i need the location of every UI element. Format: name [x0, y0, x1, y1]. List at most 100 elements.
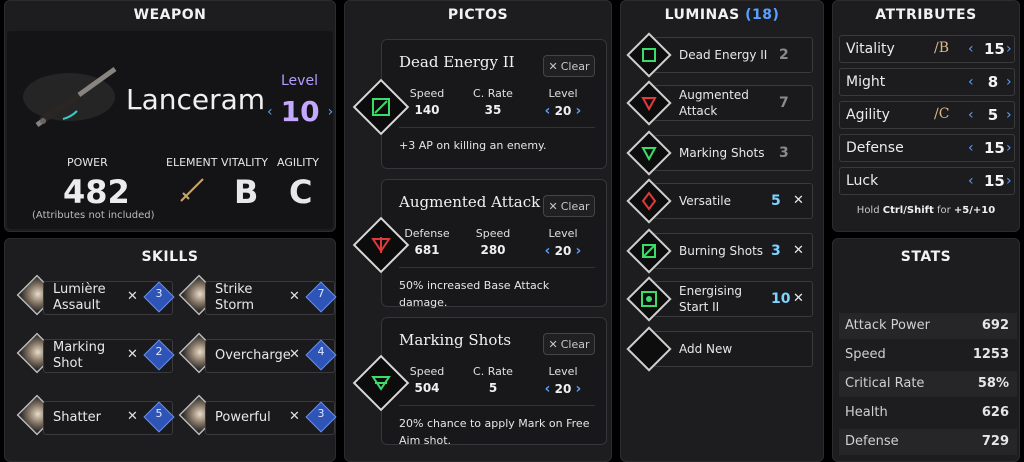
power-value: 482 [63, 173, 130, 211]
attribute-value: 5 [987, 106, 999, 124]
clear-button[interactable]: ✕ Clear [543, 55, 595, 77]
agility-label: AGILITY [277, 156, 319, 169]
remove-lumina-icon[interactable]: ✕ [793, 243, 804, 258]
skill-cost: 4 [317, 345, 325, 358]
picto-level-stepper: ‹ 20 › [544, 381, 582, 397]
power-note: (Attributes not included) [32, 210, 155, 221]
lumina-item[interactable]: Versatile 5 ✕ [626, 178, 813, 224]
level-decrease-icon[interactable]: ‹ [545, 243, 551, 259]
stat-name: Health [845, 405, 888, 420]
attribute-row-agility: Agility ∕C ‹ 5 › [839, 101, 1015, 129]
modifier-hint: Hold Ctrl/Shift for +5/+10 [856, 205, 996, 216]
remove-lumina-icon[interactable]: ✕ [793, 193, 804, 208]
lumina-cost: 3 [779, 145, 789, 161]
picto-stat2-value: 280 [480, 243, 506, 257]
lumina-item[interactable]: Burning Shots 3 ✕ [626, 228, 813, 274]
skill-cost: 3 [155, 287, 163, 300]
skill-name: Shatter [53, 410, 101, 425]
decrease-icon[interactable]: ‹ [968, 74, 974, 90]
lumina-name: Versatile [679, 194, 731, 208]
attribute-name: Might [846, 74, 886, 90]
level-decrease-icon[interactable]: ‹ [545, 381, 551, 397]
agility-grade: C [289, 173, 313, 211]
level-increase-icon[interactable]: › [576, 103, 582, 119]
increase-icon[interactable]: › [1006, 74, 1012, 90]
level-increase-icon[interactable]: › [576, 243, 582, 259]
level-increase-icon[interactable]: › [328, 104, 334, 120]
increase-icon[interactable]: › [1006, 107, 1012, 123]
stat-row: Critical Rate 58% [839, 371, 1017, 397]
skill-cost: 5 [155, 407, 163, 420]
remove-skill-icon[interactable]: ✕ [127, 409, 138, 424]
stat-value: 692 [981, 318, 1009, 333]
lumina-name: Energising Start II [679, 284, 743, 314]
level-value: 10 [280, 95, 320, 128]
add-lumina-button[interactable]: Add New [626, 326, 813, 372]
lumina-cost: 10 [771, 291, 791, 307]
vitality-label: VITALITY [221, 156, 268, 169]
power-label: POWER [67, 156, 108, 169]
picto-level-label: Level [548, 227, 578, 240]
level-increase-icon[interactable]: › [576, 381, 582, 397]
stat-value: 626 [981, 405, 1009, 420]
remove-skill-icon[interactable]: ✕ [127, 289, 138, 304]
skill-name: Powerful [215, 410, 271, 425]
stat-row: Defense 729 [839, 429, 1017, 455]
skills-panel: SKILLS Lumière Assault ✕ 3 Strike Storm … [4, 238, 337, 462]
decrease-icon[interactable]: ‹ [968, 140, 974, 156]
stat-value: 729 [981, 434, 1009, 449]
lumina-item[interactable]: Marking Shots 3 [626, 130, 813, 176]
attribute-name: Defense [846, 140, 904, 156]
remove-skill-icon[interactable]: ✕ [289, 347, 300, 362]
increase-icon[interactable]: › [1006, 173, 1012, 189]
stat-name: Speed [845, 347, 886, 362]
lumina-name: Dead Energy II [679, 48, 768, 62]
attribute-row-luck: Luck ‹ 15 › [839, 167, 1015, 195]
remove-lumina-icon[interactable]: ✕ [793, 291, 804, 306]
vitality-grade: B [234, 173, 259, 211]
lumina-item[interactable]: Dead Energy II 2 [626, 32, 813, 78]
attribute-name: Agility [846, 107, 890, 123]
stat-value: 1253 [972, 347, 1009, 362]
picto-name: Dead Energy II [399, 53, 515, 71]
picto-stat2-value: 5 [488, 381, 498, 395]
stat-row: Health 626 [839, 400, 1017, 426]
stats-title: STATS [900, 249, 952, 265]
skill-cost: 7 [317, 287, 325, 300]
level-decrease-icon[interactable]: ‹ [545, 103, 551, 119]
clear-button[interactable]: ✕ Clear [543, 195, 595, 217]
increase-icon[interactable]: › [1006, 140, 1012, 156]
sword-element-icon [180, 178, 204, 202]
lumina-item[interactable]: Augmented Attack 7 [626, 80, 813, 126]
lumina-cost: 5 [771, 193, 781, 209]
remove-skill-icon[interactable]: ✕ [289, 409, 300, 424]
picto-stat2-value: 35 [484, 103, 502, 117]
stat-name: Defense [845, 434, 899, 449]
luminas-count: (18) [745, 7, 780, 23]
remove-skill-icon[interactable]: ✕ [289, 289, 300, 304]
luminas-title: LUMINAS (18) [664, 7, 780, 23]
close-icon: ✕ [548, 199, 558, 213]
level-decrease-icon[interactable]: ‹ [267, 104, 273, 120]
clear-button[interactable]: ✕ Clear [543, 333, 595, 355]
decrease-icon[interactable]: ‹ [968, 173, 974, 189]
picto-slot[interactable]: Dead Energy II ✕ Clear Speed 140 C. Rate … [352, 39, 607, 169]
decrease-icon[interactable]: ‹ [968, 107, 974, 123]
skills-title: SKILLS [141, 249, 199, 265]
close-icon: ✕ [548, 59, 558, 73]
luminas-panel: LUMINAS (18) Dead Energy II 2 Augmented … [620, 0, 824, 462]
lumina-cost: 3 [771, 243, 781, 259]
picto-level-label: Level [548, 365, 578, 378]
decrease-icon[interactable]: ‹ [968, 41, 974, 57]
picto-level-label: Level [548, 87, 578, 100]
increase-icon[interactable]: › [1006, 41, 1012, 57]
remove-skill-icon[interactable]: ✕ [127, 347, 138, 362]
attribute-row-vitality: Vitality ∕B ‹ 15 › [839, 35, 1015, 63]
picto-stat1-label: Speed [409, 87, 445, 100]
picto-slot[interactable]: Augmented Attack ✕ Clear Defense 681 Spee… [352, 179, 607, 309]
picto-slot[interactable]: Marking Shots ✕ Clear Speed 504 C. Rate 5… [352, 317, 607, 447]
weapon-name: Lanceram [126, 83, 266, 116]
sword-grade-icon: ∕C [934, 106, 950, 122]
weapon-panel: WEAPON Lanceram Level ‹ 10 › POWER 482 (… [4, 0, 336, 232]
lumina-item[interactable]: Energising Start II 10 ✕ [626, 276, 813, 322]
